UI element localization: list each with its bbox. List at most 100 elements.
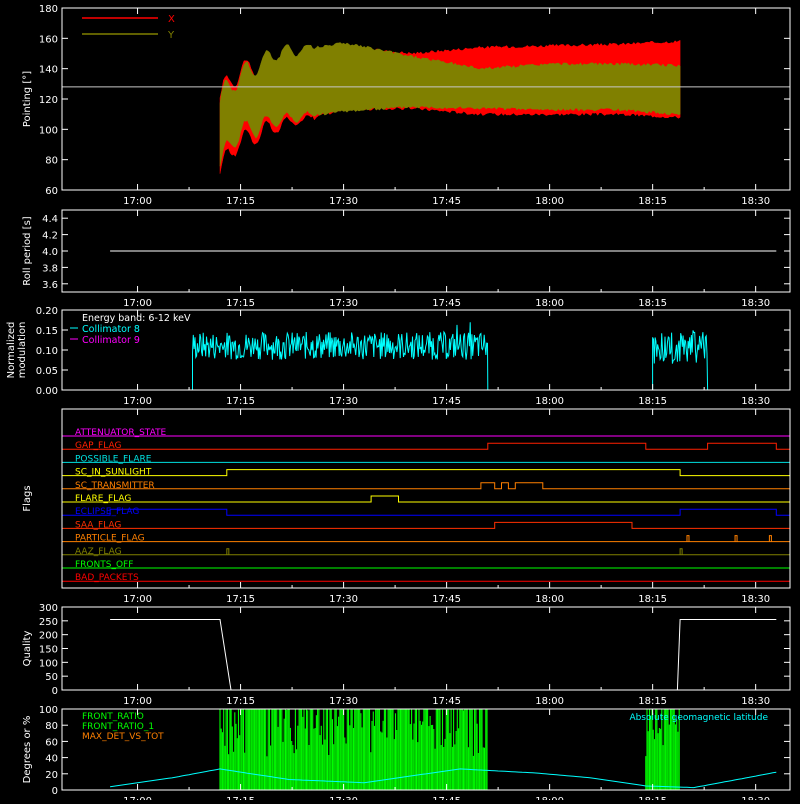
flag-sc-in-sunlight-trace xyxy=(62,469,790,477)
panel-5-xtick-label: 17:30 xyxy=(329,796,358,800)
panel-2-xtick-label: 18:00 xyxy=(535,396,564,407)
panel-4-ytick-label: 250 xyxy=(39,617,58,628)
panel-5-ylabel: Degrees or % xyxy=(22,716,33,784)
panel-1-ytick-label: 4.2 xyxy=(42,231,58,242)
modulation-legend-entry: Collimator 8 xyxy=(82,324,140,335)
panel-1-xtick-label: 18:00 xyxy=(535,298,564,309)
panel-0-xtick-label: 17:15 xyxy=(226,196,255,207)
panel-4-ytick-label: 300 xyxy=(39,603,58,614)
chart-svg: XY 17:00 17:15 17:30 17:45 18:00 18:15 18:30 60 8… xyxy=(6,4,791,804)
flag-aaz-flag-spike xyxy=(679,548,683,555)
panel-5-ytick-label: 20 xyxy=(45,770,58,781)
panel-4-xtick-label: 17:45 xyxy=(432,696,461,707)
panel-5-ytick-label: 100 xyxy=(39,705,58,716)
panel-2-ytick-label: 0.20 xyxy=(36,306,58,317)
panel-3-xtick-label: 17:30 xyxy=(329,594,358,605)
panel-4-ytick-label: 150 xyxy=(39,645,58,656)
panel-2-ytick-label: 0.15 xyxy=(36,326,58,337)
panel-1-xtick-label: 18:15 xyxy=(638,298,667,309)
panel-0-xtick-label: 18:30 xyxy=(741,196,770,207)
panel-0-ytick-label: 140 xyxy=(39,65,58,76)
flag-gap-flag-trace xyxy=(62,442,790,450)
panel-2-ylabel: Normalized xyxy=(6,322,17,379)
panel-5-ytick-label: 60 xyxy=(45,737,58,748)
panel-4-ytick-label: 0 xyxy=(52,686,58,697)
panel-0-ytick-label: 80 xyxy=(45,156,58,167)
panel-0-xtick-label: 18:15 xyxy=(638,196,667,207)
panel-4-ytick-label: 50 xyxy=(45,672,58,683)
front-ratio-bars xyxy=(219,709,680,790)
panel-4-ytick-label: 100 xyxy=(39,658,58,669)
panel-1-ytick-label: 3.8 xyxy=(42,263,58,274)
panel-0-ytick-label: 160 xyxy=(39,34,58,45)
panel-0-ytick-label: 60 xyxy=(45,186,58,197)
panel-0-xtick-label: 17:00 xyxy=(123,196,152,207)
panel-5-ytick-label: 0 xyxy=(52,786,58,797)
latitude-legend-label: Absolute geomagnetic latitude xyxy=(629,713,768,723)
panel-3-xtick-label: 18:15 xyxy=(638,594,667,605)
pointing-plot-area xyxy=(219,39,681,174)
panel-3-ylabel: Flags xyxy=(22,485,33,511)
panel-3-xtick-label: 18:30 xyxy=(741,594,770,605)
panel-5-ytick-label: 80 xyxy=(45,721,58,732)
panel-0-ytick-label: 180 xyxy=(39,4,58,15)
panel-2-ytick-label: 0.00 xyxy=(36,386,58,397)
panel-1-xtick-label: 17:00 xyxy=(123,298,152,309)
panel-1-xtick-label: 17:45 xyxy=(432,298,461,309)
panel-4-xtick-label: 18:00 xyxy=(535,696,564,707)
panel-4-xtick-label: 18:30 xyxy=(741,696,770,707)
panel-0-xtick-label: 17:30 xyxy=(329,196,358,207)
panel-5-xtick-label: 17:45 xyxy=(432,796,461,800)
panel-1-xtick-label: 17:15 xyxy=(226,298,255,309)
modulation-collimator-8-line xyxy=(192,322,489,391)
flag-particle-flag-spike xyxy=(734,535,738,542)
panel-2-xtick-label: 17:45 xyxy=(432,396,461,407)
flag-particle-flag-spike xyxy=(686,535,690,542)
panel-3-xtick-label: 17:15 xyxy=(226,594,255,605)
panel-2-xtick-label: 17:15 xyxy=(226,396,255,407)
panel-1-ytick-label: 3.6 xyxy=(42,280,58,291)
legend-y-label: Y xyxy=(167,30,175,41)
panel-3-xtick-label: 17:00 xyxy=(123,594,152,605)
panel-1-ytick-label: 4.4 xyxy=(42,214,58,225)
panel-5-xtick-label: 18:30 xyxy=(741,796,770,800)
flag-particle-flag-spike xyxy=(768,535,772,542)
modulation-legend-entry: Energy band: 6-12 keV xyxy=(82,313,191,324)
quality-line xyxy=(110,619,777,691)
panel-0-ylabel: Pointing [°] xyxy=(22,71,33,127)
panel-2-xtick-label: 17:30 xyxy=(329,396,358,407)
panel-0-xtick-label: 17:45 xyxy=(432,196,461,207)
panel-0-ytick-label: 100 xyxy=(39,125,58,136)
degrees-legend-entry: FRONT_RATIO_1 xyxy=(82,722,154,732)
flag-sc-transmitter-trace xyxy=(62,482,790,490)
panel-0-ytick-label: 120 xyxy=(39,95,58,106)
panel-4-xtick-label: 17:15 xyxy=(226,696,255,707)
panel-2-xtick-label: 17:00 xyxy=(123,396,152,407)
chart-figure: X Y 17:00 17:15 17:30 17:45 18:00 18:15 18:30 60 8… xyxy=(0,0,800,804)
panel-1-ylabel: Roll period [s] xyxy=(22,216,33,285)
panel-4-xtick-label: 18:15 xyxy=(638,696,667,707)
panel-5-xtick-label: 18:00 xyxy=(535,796,564,800)
panel-0-xtick-label: 18:00 xyxy=(535,196,564,207)
degrees-legend-entry: MAX_DET_VS_TOT xyxy=(82,732,164,742)
panel-5-ytick-label: 40 xyxy=(45,754,58,765)
panel-1-xtick-label: 17:30 xyxy=(329,298,358,309)
legend-x-label: X xyxy=(168,14,175,25)
panel-3-xtick-label: 18:00 xyxy=(535,594,564,605)
panel-4-ylabel: Quality xyxy=(22,631,33,667)
panel-4-xtick-label: 17:30 xyxy=(329,696,358,707)
modulation-collimator-8-line xyxy=(652,330,709,391)
modulation-legend-entry: Collimator 9 xyxy=(82,335,140,346)
panel-2-xtick-label: 18:30 xyxy=(741,396,770,407)
flag-saa-flag-trace xyxy=(62,521,790,529)
degrees-legend-entry: FRONT_RATIO xyxy=(82,712,144,722)
panel-2-ylabel: modulation xyxy=(17,322,28,379)
panel-1-xtick-label: 18:30 xyxy=(741,298,770,309)
panel-1-ytick-label: 4.0 xyxy=(42,247,58,258)
panel-5-xtick-label: 18:15 xyxy=(638,796,667,800)
panel-2-ytick-label: 0.05 xyxy=(36,366,58,377)
flag-aaz-flag-spike xyxy=(226,548,230,555)
panel-4-ytick-label: 200 xyxy=(39,631,58,642)
flag-flare-flag-trace xyxy=(62,495,790,503)
panel-2-ytick-label: 0.10 xyxy=(36,346,58,357)
